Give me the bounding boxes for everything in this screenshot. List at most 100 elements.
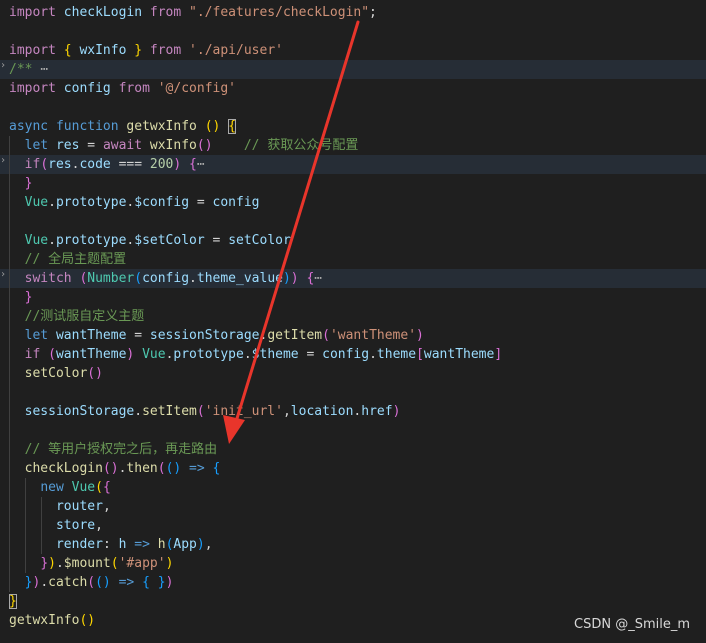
- code-line[interactable]: }).$mount('#app'): [0, 554, 706, 573]
- code-line[interactable]: Vue.prototype.$config = config: [0, 193, 706, 212]
- code-token: (): [87, 366, 103, 381]
- code-token: Vue: [24, 195, 49, 210]
- code-line[interactable]: sessionStorage.setItem('init_url',locati…: [0, 402, 706, 421]
- code-line[interactable]: router,: [0, 497, 706, 516]
- folded-region-ellipsis[interactable]: ⋯: [314, 271, 322, 286]
- code-token: }: [24, 176, 33, 191]
- code-line[interactable]: checkLogin().then(() => {: [0, 459, 706, 478]
- code-text: // 等用户授权完之后，再走路由: [9, 440, 217, 459]
- code-line[interactable]: import config from '@/config': [0, 79, 706, 98]
- code-line[interactable]: }: [0, 288, 706, 307]
- code-token: function: [55, 119, 127, 134]
- code-token: .: [55, 556, 64, 571]
- code-line[interactable]: new Vue({: [0, 478, 706, 497]
- code-token: './api/user': [189, 43, 283, 58]
- code-token: $config: [134, 195, 197, 210]
- code-token: ,: [282, 404, 291, 419]
- code-line[interactable]: setColor(): [0, 364, 706, 383]
- code-line[interactable]: [0, 421, 706, 440]
- code-line[interactable]: if (wantTheme) Vue.prototype.$theme = co…: [0, 345, 706, 364]
- code-token: render: [55, 537, 103, 552]
- code-line[interactable]: // 全局主题配置: [0, 250, 706, 269]
- code-token: checkLogin: [63, 5, 150, 20]
- code-token: router: [55, 499, 103, 514]
- code-token: setColor: [24, 366, 88, 381]
- code-line[interactable]: }: [0, 592, 706, 611]
- code-token: (: [40, 157, 49, 172]
- code-token: (): [196, 138, 213, 153]
- code-token: config: [212, 195, 260, 210]
- code-token: {: [102, 480, 111, 495]
- code-line[interactable]: async function getwxInfo () {: [0, 117, 706, 136]
- code-line[interactable]: › switch (Number(config.theme_value)) {⋯: [0, 269, 706, 288]
- code-line[interactable]: let res = await wxInfo() // 获取公众号配置: [0, 136, 706, 155]
- code-line[interactable]: import { wxInfo } from './api/user': [0, 41, 706, 60]
- code-token: if: [24, 157, 41, 172]
- fold-indicator-icon[interactable]: ›: [0, 56, 6, 75]
- indent-guide: [9, 421, 10, 440]
- code-text: let wantTheme = sessionStorage.getItem('…: [9, 326, 424, 345]
- code-editor[interactable]: import checkLogin from "./features/check…: [0, 0, 706, 643]
- code-line[interactable]: [0, 383, 706, 402]
- code-token: ): [165, 575, 174, 590]
- code-line[interactable]: › if(res.code === 200) {⋯: [0, 155, 706, 174]
- code-line[interactable]: [0, 98, 706, 117]
- code-token: .: [48, 195, 56, 210]
- code-token: $theme: [251, 347, 307, 362]
- code-text: setColor(): [9, 364, 103, 383]
- code-line[interactable]: }: [0, 174, 706, 193]
- code-token: location: [290, 404, 354, 419]
- code-token: config: [63, 81, 119, 96]
- code-token: let: [24, 328, 56, 343]
- indent-guide: [9, 212, 10, 231]
- code-line[interactable]: render: h => h(App),: [0, 535, 706, 554]
- folded-region-ellipsis[interactable]: ⋯: [40, 62, 48, 77]
- code-token: await: [102, 138, 150, 153]
- fold-indicator-icon[interactable]: ›: [0, 151, 6, 170]
- code-token: prototype: [55, 195, 127, 210]
- code-text: import checkLogin from "./features/check…: [9, 3, 377, 22]
- code-token: (): [95, 575, 111, 590]
- code-text: async function getwxInfo () {: [9, 117, 237, 136]
- code-line[interactable]: let wantTheme = sessionStorage.getItem('…: [0, 326, 706, 345]
- code-token: }: [40, 556, 49, 571]
- code-line[interactable]: }).catch(() => { }): [0, 573, 706, 592]
- code-token: ): [282, 271, 291, 286]
- code-token: res: [55, 138, 88, 153]
- code-line[interactable]: // 等用户授权完之后，再走路由: [0, 440, 706, 459]
- code-line[interactable]: [0, 212, 706, 231]
- code-line[interactable]: //测试服自定义主题: [0, 307, 706, 326]
- code-token: .: [48, 233, 56, 248]
- code-text: }: [9, 592, 17, 611]
- code-text: import { wxInfo } from './api/user': [9, 41, 283, 60]
- code-token: ): [173, 157, 190, 172]
- code-text: Vue.prototype.$setColor = setColor: [9, 231, 291, 250]
- folded-region-ellipsis[interactable]: ⋯: [197, 157, 205, 172]
- code-token: from: [149, 43, 190, 58]
- code-token: ;: [369, 5, 377, 20]
- code-line[interactable]: ›/** ⋯: [0, 60, 706, 79]
- code-token: setColor: [228, 233, 291, 248]
- code-text: // 全局主题配置: [9, 250, 126, 269]
- code-token: catch: [48, 575, 88, 590]
- code-text: import config from '@/config': [9, 79, 236, 98]
- code-line[interactable]: [0, 22, 706, 41]
- code-token: ,: [95, 518, 103, 533]
- code-line[interactable]: store,: [0, 516, 706, 535]
- code-line[interactable]: Vue.prototype.$setColor = setColor: [0, 231, 706, 250]
- code-token: (: [134, 271, 143, 286]
- code-text: /** ⋯: [9, 60, 48, 79]
- code-token: code: [79, 157, 119, 172]
- fold-indicator-icon[interactable]: ›: [0, 265, 6, 284]
- code-line[interactable]: import checkLogin from "./features/check…: [0, 3, 706, 22]
